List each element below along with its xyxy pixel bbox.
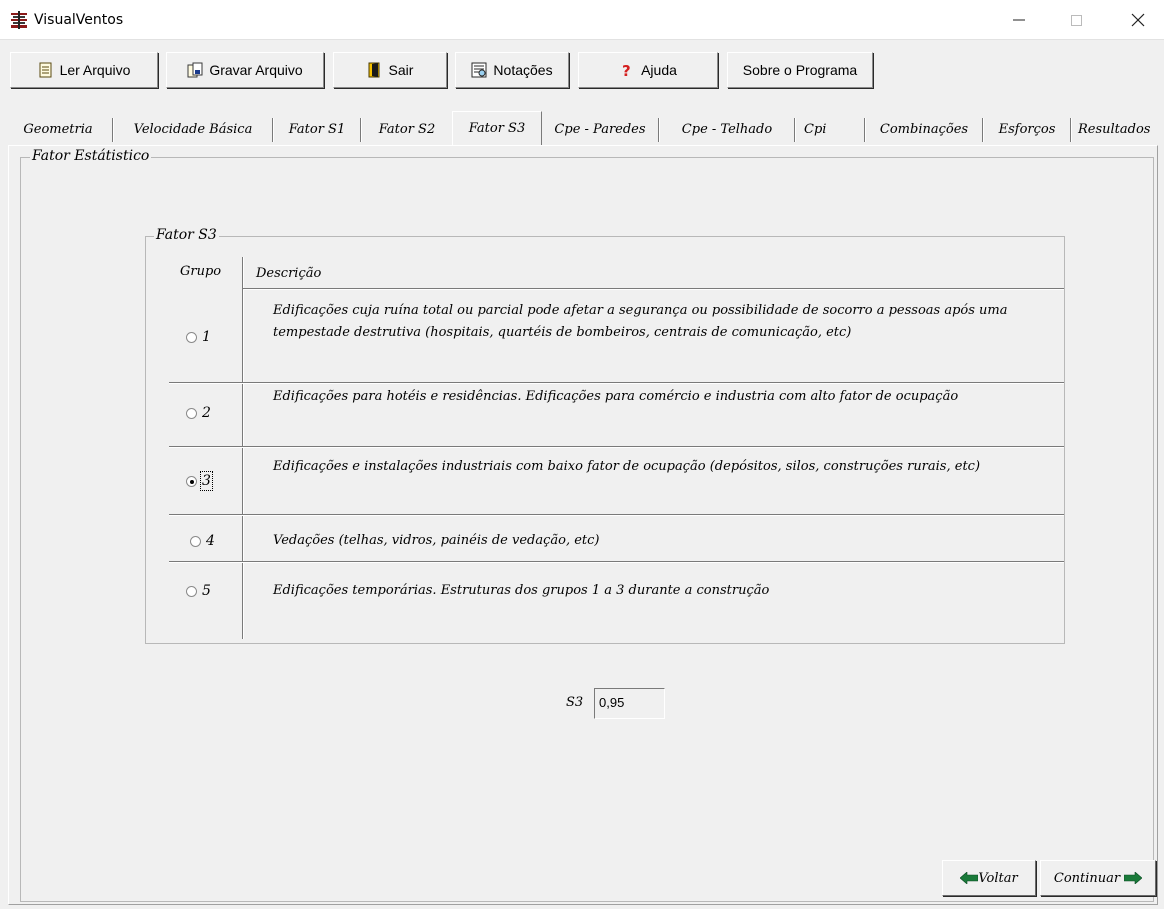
fator-s3-legend: Fator S3: [154, 227, 219, 243]
toolbar: Ler Arquivo Gravar Arquivo Sair Notações…: [0, 40, 1164, 100]
tab-label: Cpi: [804, 121, 827, 137]
help-button[interactable]: ? Ajuda: [578, 52, 718, 88]
tab-fator-s2[interactable]: Fator S2: [364, 114, 450, 144]
tab-cpe-paredes[interactable]: Cpe - Paredes: [544, 114, 656, 144]
group-5-description: Edificações temporárias. Estruturas dos …: [273, 583, 770, 598]
maximize-button[interactable]: [1053, 0, 1099, 40]
s3-label: S3: [566, 695, 584, 710]
tab-fator-s3[interactable]: Fator S3: [452, 111, 542, 145]
tab-separator: [982, 118, 984, 142]
file-save-icon: [187, 62, 203, 78]
group-4-description: Vedações (telhas, vidros, painéis de ved…: [273, 533, 600, 548]
row-divider: [243, 288, 1064, 290]
tab-combinacoes[interactable]: Combinações: [868, 114, 980, 144]
close-button[interactable]: [1115, 0, 1161, 40]
continue-button[interactable]: Continuar: [1040, 860, 1156, 896]
group-4-label: 4: [206, 533, 215, 549]
group-1-description: Edificações cuja ruína total ou parcial …: [273, 303, 1008, 340]
tab-label: Combinações: [879, 121, 969, 137]
group-2-description: Edificações para hotéis e residências. E…: [273, 389, 959, 404]
fator-estatistico-legend: Fator Estátistico: [30, 148, 152, 164]
tab-separator: [864, 118, 866, 142]
title-bar: VisualVentos: [0, 0, 1164, 40]
tab-separator: [112, 118, 114, 142]
group-3-description: Edificações e instalações industriais co…: [273, 459, 981, 474]
tab-label: Esforços: [998, 121, 1056, 137]
group-1-label: 1: [202, 329, 211, 345]
window-title: VisualVentos: [34, 12, 124, 28]
row-divider: [169, 514, 1064, 516]
tab-separator: [1070, 118, 1072, 142]
tab-label: Fator S1: [288, 121, 346, 137]
tab-separator: [794, 118, 796, 142]
help-label: Ajuda: [641, 62, 677, 78]
tab-velocidade-basica[interactable]: Velocidade Básica: [116, 114, 270, 144]
exit-door-icon: [368, 62, 380, 78]
description-column-header: Descrição: [256, 266, 322, 281]
about-label: Sobre o Programa: [742, 62, 858, 78]
notations-button[interactable]: Notações: [455, 52, 569, 88]
back-label: Voltar: [978, 870, 1018, 886]
group-column-header: Grupo: [180, 264, 222, 279]
group-3-radio[interactable]: 3: [186, 471, 213, 491]
help-question-icon: ?: [622, 62, 631, 78]
tab-resultados[interactable]: Resultados: [1074, 114, 1164, 144]
svg-text:?: ?: [622, 62, 631, 78]
tab-fator-s1[interactable]: Fator S1: [276, 114, 358, 144]
group-3-label: 3: [200, 471, 213, 491]
tab-separator: [272, 118, 274, 142]
tab-separator: [658, 118, 660, 142]
tab-label: Geometria: [23, 121, 93, 137]
radio-checked-icon: [186, 475, 197, 487]
radio-circle-icon: [190, 535, 201, 547]
exit-button[interactable]: Sair: [333, 52, 447, 88]
save-file-button[interactable]: Gravar Arquivo: [166, 52, 324, 88]
close-icon: [1131, 13, 1145, 27]
s3-value-field: 0,95: [594, 688, 665, 719]
back-button[interactable]: Voltar: [942, 860, 1036, 896]
tab-label: Velocidade Básica: [133, 121, 253, 137]
minimize-button[interactable]: [996, 0, 1042, 40]
exit-label: Sair: [388, 62, 414, 78]
row-divider: [169, 382, 1064, 384]
arrow-left-icon: [960, 872, 979, 884]
group-5-radio[interactable]: 5: [186, 583, 211, 599]
tab-label: Cpe - Paredes: [554, 121, 646, 137]
tab-cpi[interactable]: Cpi: [798, 114, 862, 144]
file-open-icon: [39, 62, 52, 78]
group-2-label: 2: [202, 405, 211, 421]
minimize-icon: [1013, 19, 1025, 21]
radio-circle-icon: [186, 407, 197, 419]
tab-label: Cpe - Telhado: [681, 121, 773, 137]
tab-label: Resultados: [1078, 121, 1151, 137]
open-file-label: Ler Arquivo: [59, 62, 131, 78]
tab-label: Fator S2: [378, 121, 436, 137]
maximize-icon: [1070, 14, 1082, 26]
group-5-label: 5: [202, 583, 211, 599]
tab-bar: Geometria Velocidade Básica Fator S1 Fat…: [0, 111, 1164, 146]
row-divider: [169, 446, 1064, 448]
row-divider: [169, 561, 1064, 563]
group-2-radio[interactable]: 2: [186, 405, 211, 421]
radio-circle-icon: [186, 331, 197, 343]
save-file-label: Gravar Arquivo: [209, 62, 303, 78]
arrow-right-icon: [1124, 872, 1143, 884]
app-icon: [11, 11, 27, 29]
group-1-radio[interactable]: 1: [186, 329, 211, 345]
tab-label: Fator S3: [468, 121, 526, 136]
tab-geometria[interactable]: Geometria: [6, 114, 110, 144]
notations-icon: [471, 62, 487, 78]
tab-separator: [360, 118, 362, 142]
column-divider: [242, 257, 244, 639]
about-button[interactable]: Sobre o Programa: [727, 52, 873, 88]
open-file-button[interactable]: Ler Arquivo: [10, 52, 158, 88]
continue-label: Continuar: [1053, 870, 1121, 886]
radio-circle-icon: [186, 585, 197, 597]
tab-cpe-telhado[interactable]: Cpe - Telhado: [662, 114, 792, 144]
tab-esforcos[interactable]: Esforços: [986, 114, 1068, 144]
notations-label: Notações: [493, 62, 553, 78]
group-4-radio[interactable]: 4: [190, 533, 215, 549]
